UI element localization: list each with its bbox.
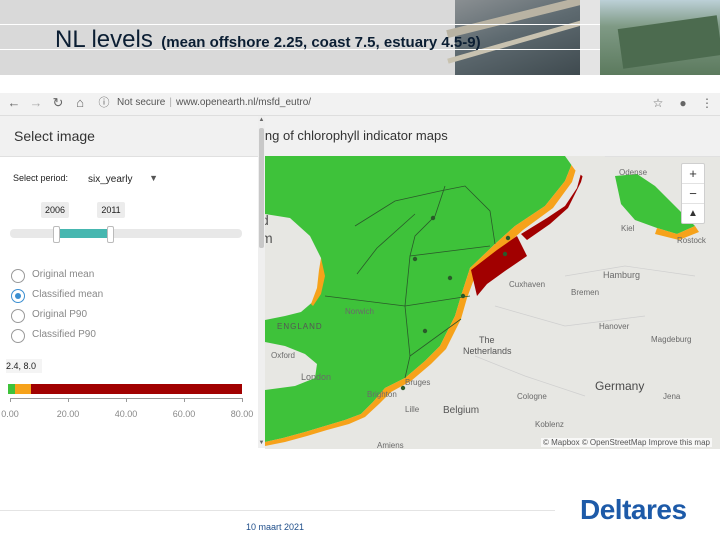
map-label-cologne: Cologne (517, 392, 547, 401)
footer-rule (0, 510, 555, 511)
map-label-cuxhaven: Cuxhaven (509, 280, 546, 289)
axis-tick (126, 398, 127, 402)
star-icon[interactable]: ☆ (651, 95, 665, 111)
year-end-handle[interactable] (106, 226, 114, 243)
home-icon[interactable]: ⌂ (72, 95, 88, 111)
map-title: ing of chlorophyll indicator maps (265, 128, 448, 143)
panel-header: Select image (0, 116, 258, 157)
radio-label-original-p90: Original P90 (32, 309, 88, 320)
map-label-partial-d: d (265, 212, 269, 228)
map-label-koblenz: Koblenz (535, 420, 564, 429)
map-label-odense: Odense (619, 168, 648, 177)
year-start-handle[interactable] (53, 226, 61, 243)
map-label-jena: Jena (663, 392, 681, 401)
map-label-england: ENGLAND (277, 322, 323, 331)
map-canvas (265, 156, 699, 446)
period-value: six_yearly (88, 174, 133, 185)
footer-date: 10 maart 2021 (246, 522, 305, 532)
slide-title-main: NL levels (55, 26, 153, 53)
threshold-input[interactable]: 2.4, 8.0 (6, 359, 42, 373)
year-start-value: 2006 (41, 202, 69, 218)
zoom-in-button[interactable]: + (682, 164, 704, 184)
axis-tick (184, 398, 185, 402)
class-colorbar[interactable] (8, 384, 242, 394)
map-label-hanover: Hanover (599, 322, 630, 331)
map-label-hamburg: Hamburg (603, 270, 641, 280)
year-end-value: 2011 (97, 202, 125, 218)
estuary-photo (600, 0, 720, 75)
year-range-slider[interactable] (10, 226, 242, 243)
kebab-menu-icon[interactable]: ⋮ (700, 95, 714, 111)
map-label-germany: Germany (595, 379, 645, 393)
map-label-bremen: Bremen (571, 288, 600, 297)
zoom-control: + − ▲ (681, 163, 705, 224)
map-label-lille: Lille (405, 405, 420, 414)
map-label-brighton: Brighton (367, 390, 397, 399)
map-label-london: London (301, 372, 332, 382)
url-text: www.openearth.nl/msfd_eutro/ (175, 97, 312, 108)
axis-tick (68, 398, 69, 402)
map-label-magdeburg: Magdeburg (651, 335, 692, 344)
chevron-down-icon: ▼ (149, 173, 158, 183)
security-label: Not secure (117, 97, 166, 108)
compass-icon[interactable]: ▲ (682, 204, 704, 223)
back-arrow-icon[interactable]: ← (6, 95, 22, 111)
title-band: NL levels (mean offshore 2.25, coast 7.5… (0, 0, 720, 75)
map-roads (474, 265, 696, 397)
map-label-amiens: Amiens (377, 441, 404, 449)
info-icon[interactable]: ⓘ (96, 95, 112, 111)
map-label-kiel: Kiel (621, 224, 635, 233)
account-icon[interactable]: ● (676, 95, 690, 111)
axis-tick-label: 40.00 (114, 409, 138, 419)
radio-label-classified-p90: Classified P90 (32, 329, 96, 340)
map-label-netherlands-2: Netherlands (463, 346, 512, 356)
map-header: ing of chlorophyll indicator maps (265, 116, 720, 157)
panel-title: Select image (14, 128, 95, 144)
radio-classified-mean[interactable] (11, 289, 25, 303)
deltares-logo: Deltares (580, 494, 687, 525)
map-label-oxford: Oxford (271, 351, 296, 360)
photo-divider (580, 0, 600, 75)
radio-classified-p90[interactable] (11, 329, 25, 343)
radio-label-classified-mean: Classified mean (32, 289, 104, 300)
scroll-down-arrow-icon[interactable]: ▼ (258, 440, 265, 446)
map-attribution[interactable]: © Mapbox © OpenStreetMap Improve this ma… (541, 438, 712, 447)
map-label-rostock: Rostock (677, 236, 706, 245)
radio-original-mean[interactable] (11, 269, 25, 283)
chlorophyll-map[interactable]: ing of chlorophyll indicator maps ENGLAN… (265, 116, 720, 449)
map-label-norwich: Norwich (345, 307, 374, 316)
year-range-fill (56, 229, 110, 238)
axis-tick-label: 20.00 (56, 409, 80, 419)
axis-tick (10, 398, 11, 402)
axis-tick (242, 398, 243, 402)
slide-title: NL levels (mean offshore 2.25, coast 7.5… (55, 26, 481, 54)
colorbar-segment (8, 384, 16, 394)
map-label-bruges: Bruges (405, 378, 431, 387)
slide-title-sub: (mean offshore 2.25, coast 7.5, estuary … (161, 34, 481, 51)
radio-original-p90[interactable] (11, 309, 25, 323)
select-image-panel: Select image Select period: six_yearly ▼… (0, 116, 259, 432)
scroll-up-arrow-icon[interactable]: ▲ (258, 117, 265, 123)
period-label: Select period: (13, 173, 69, 183)
map-label-belgium: Belgium (443, 405, 480, 416)
browser-toolbar: ← → ↻ ⌂ ⓘ Not secure | www.openearth.nl/ms… (0, 93, 720, 116)
address-bar[interactable]: Not secure | www.openearth.nl/msfd_eutro/ (117, 97, 311, 108)
map-label-partial-m: m (265, 230, 273, 246)
period-select[interactable]: six_yearly ▼ (88, 173, 162, 190)
axis-tick-label: 0.00 (1, 409, 19, 419)
colorbar-segment (31, 384, 242, 394)
radio-label-original-mean: Original mean (32, 269, 95, 280)
title-rule-top (0, 24, 600, 25)
zoom-out-button[interactable]: − (682, 184, 704, 204)
map-label-netherlands-1: The (479, 335, 495, 345)
reload-icon[interactable]: ↻ (50, 95, 66, 111)
forward-arrow-icon[interactable]: → (28, 95, 44, 111)
colorbar-segment (15, 384, 32, 394)
axis-tick-label: 80.00 (230, 409, 254, 419)
axis-tick-label: 60.00 (172, 409, 196, 419)
panel-scroll-thumb[interactable] (259, 128, 264, 248)
